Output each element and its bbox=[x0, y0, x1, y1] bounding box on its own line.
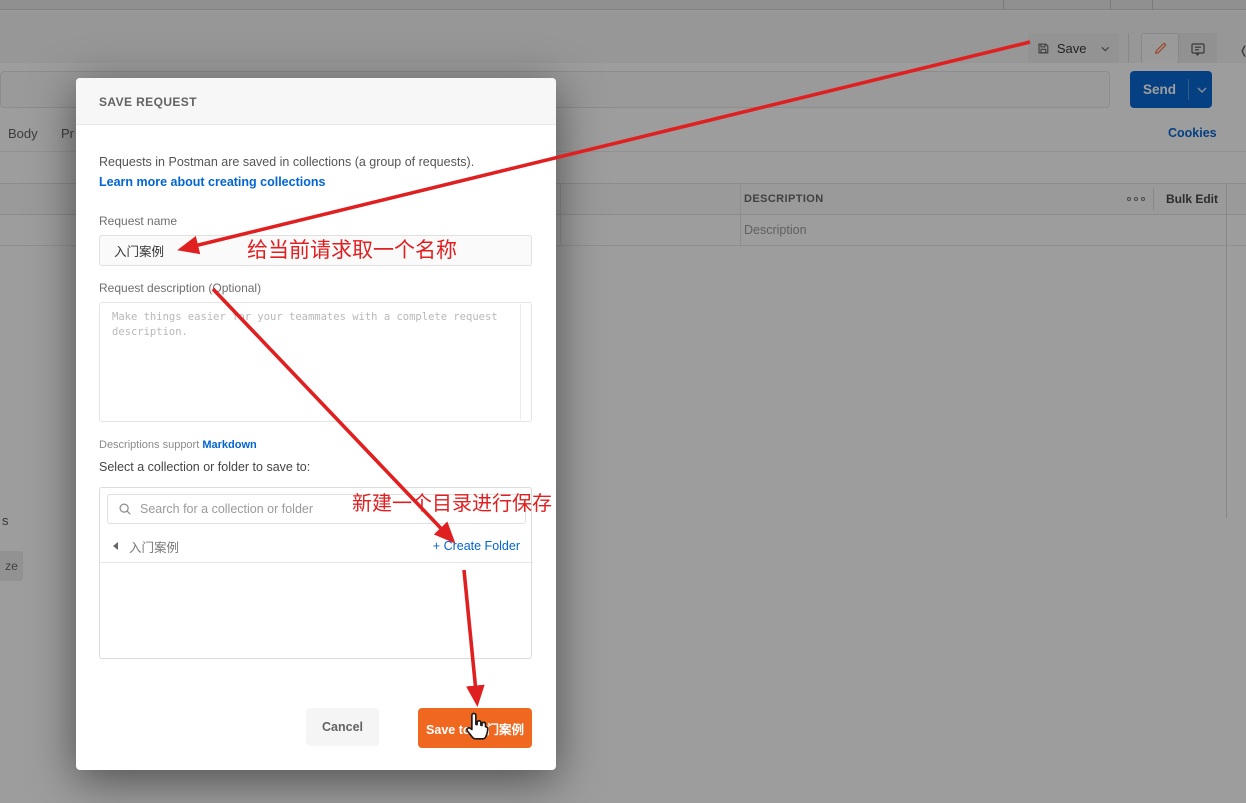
request-description-textarea[interactable] bbox=[99, 302, 532, 422]
save-to-collection-button[interactable]: Save to 入门案例 bbox=[418, 708, 532, 748]
select-collection-label: Select a collection or folder to save to… bbox=[99, 460, 310, 474]
request-name-input[interactable] bbox=[99, 235, 532, 266]
collection-search-input[interactable] bbox=[140, 502, 515, 516]
markdown-note: Descriptions support Markdown bbox=[99, 439, 257, 451]
modal-title: SAVE REQUEST bbox=[99, 95, 197, 109]
modal-header: SAVE REQUEST bbox=[76, 78, 556, 125]
markdown-link[interactable]: Markdown bbox=[202, 439, 256, 451]
save-request-modal: SAVE REQUEST Requests in Postman are sav… bbox=[76, 78, 556, 770]
modal-intro-text: Requests in Postman are saved in collect… bbox=[99, 155, 474, 169]
request-name-label: Request name bbox=[99, 214, 177, 228]
textarea-scrollbar[interactable] bbox=[520, 304, 521, 420]
collapse-left-icon[interactable] bbox=[113, 542, 118, 550]
postman-window: Save ❬ Send bbox=[0, 0, 1246, 803]
learn-more-link[interactable]: Learn more about creating collections bbox=[99, 175, 325, 189]
collection-picker: 入门案例 + Create Folder bbox=[99, 487, 532, 659]
collection-name: 入门案例 bbox=[129, 537, 179, 556]
collection-search-box[interactable] bbox=[107, 494, 526, 524]
collection-row[interactable]: 入门案例 + Create Folder bbox=[100, 530, 533, 563]
create-folder-link[interactable]: + Create Folder bbox=[433, 539, 520, 553]
cancel-button[interactable]: Cancel bbox=[306, 708, 379, 746]
search-icon bbox=[118, 502, 132, 516]
request-description-label: Request description (Optional) bbox=[99, 281, 261, 295]
